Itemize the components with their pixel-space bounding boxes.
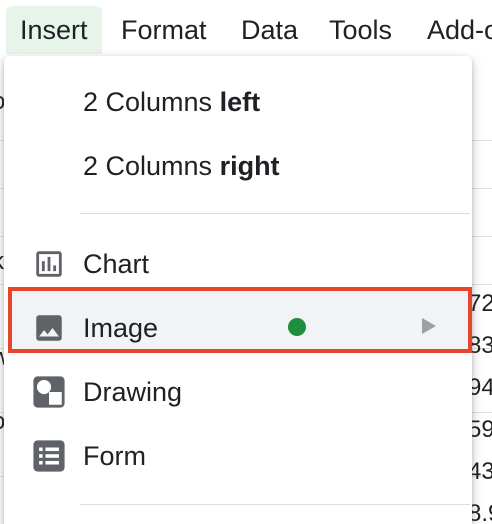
insert-chart[interactable]: Chart — [4, 234, 472, 294]
insert-image[interactable]: Image — [4, 298, 472, 358]
insert-2-columns-left[interactable]: 2 Columns left — [4, 72, 472, 132]
menu-separator — [80, 504, 470, 505]
insert-drawing[interactable]: Drawing — [4, 362, 472, 422]
new-feature-dot — [288, 318, 306, 336]
image-icon — [36, 315, 62, 341]
submenu-arrow-icon — [422, 318, 436, 334]
menu-item-label: 2 Columns left — [83, 87, 261, 117]
menu-bar: Insert Format Data Tools Add-o — [0, 0, 492, 58]
insert-dropdown-menu: 2 Columns left 2 Columns right Chart Ima… — [4, 56, 472, 524]
bar-chart-icon — [36, 251, 62, 277]
menu-insert[interactable]: Insert — [6, 6, 102, 54]
menu-item-label: Image — [83, 313, 159, 343]
menu-item-label: Form — [83, 441, 146, 471]
menu-format[interactable]: Format — [107, 6, 221, 54]
menu-add-ons[interactable]: Add-o — [413, 6, 492, 54]
insert-2-columns-right[interactable]: 2 Columns right — [4, 136, 472, 196]
form-icon — [33, 440, 65, 472]
menu-separator — [80, 213, 470, 214]
menu-tools[interactable]: Tools — [315, 6, 406, 54]
menu-data[interactable]: Data — [227, 6, 312, 54]
menu-item-label: Chart — [83, 249, 150, 279]
drawing-icon — [33, 376, 65, 408]
menu-item-label: Drawing — [83, 377, 183, 407]
insert-form[interactable]: Form — [4, 426, 472, 486]
menu-item-label: 2 Columns right — [83, 151, 280, 181]
